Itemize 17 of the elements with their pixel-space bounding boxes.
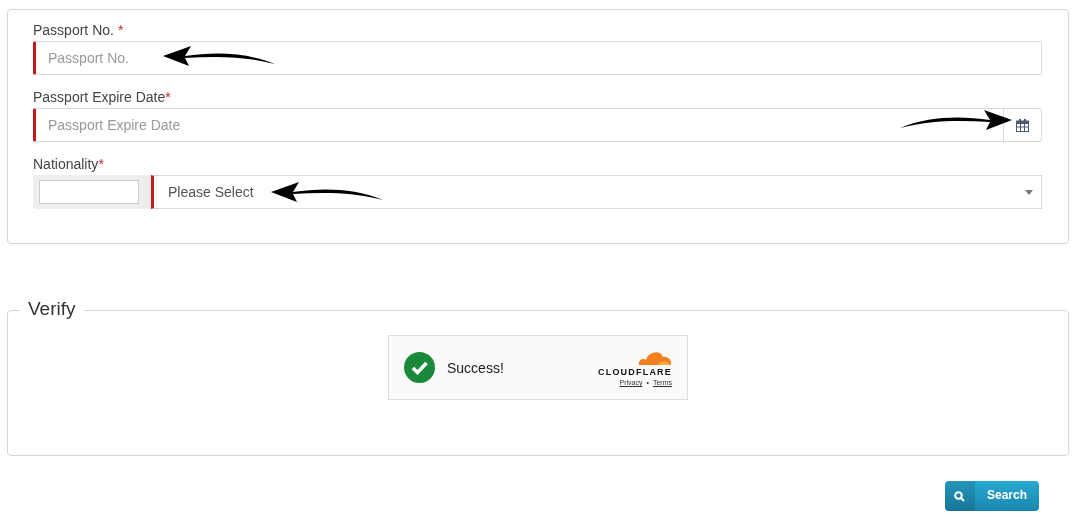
brand-name: CLOUDFLARE (598, 367, 672, 377)
required-mark: * (116, 22, 124, 38)
check-icon (404, 352, 435, 383)
field-label: Passport Expire Date (33, 89, 166, 105)
date-field[interactable]: Passport Expire Date (33, 108, 1004, 142)
search-icon (954, 490, 966, 502)
calendar-icon (1016, 118, 1029, 132)
cloud-logo-icon (636, 349, 672, 365)
required-mark: * (98, 156, 104, 172)
passport-number-field[interactable]: Passport No. (33, 41, 1042, 75)
code-field[interactable] (39, 180, 139, 204)
field-label: Passport No. (33, 22, 114, 38)
calendar-button[interactable] (1004, 108, 1042, 142)
captcha-status: Success! (447, 359, 505, 376)
required-mark: * (165, 89, 171, 105)
field-label: Nationality (33, 156, 99, 172)
caret-icon (1025, 189, 1033, 195)
